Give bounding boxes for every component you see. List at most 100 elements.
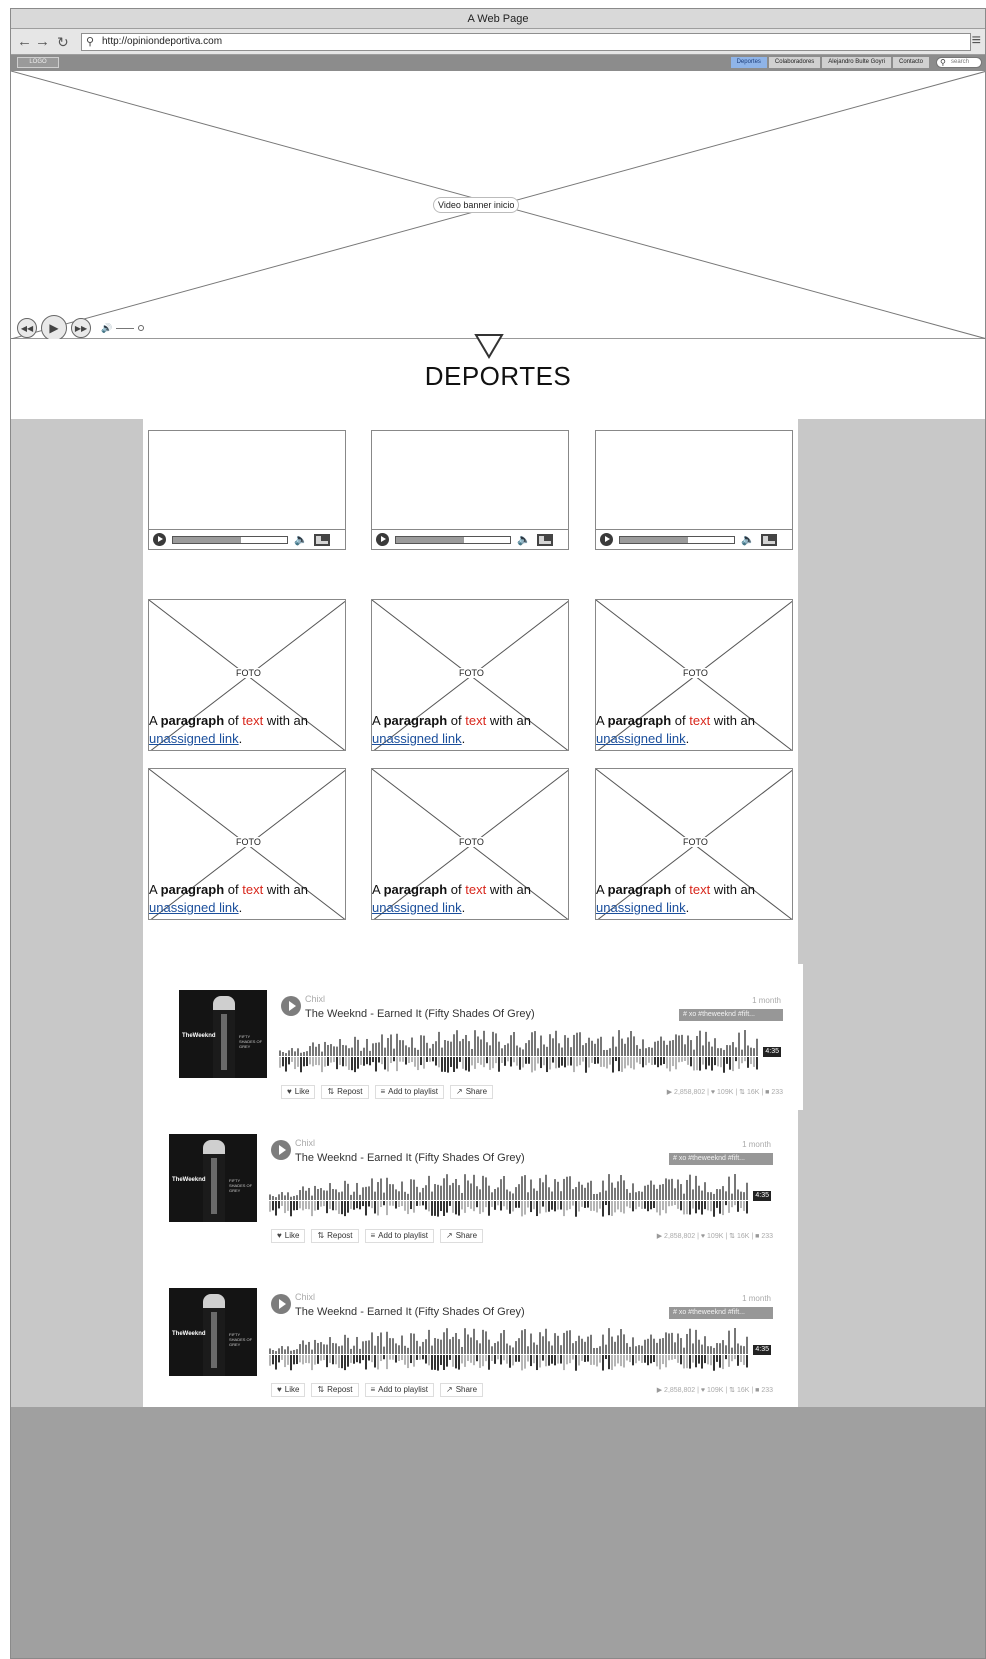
video-progress-bar[interactable]	[395, 535, 511, 544]
play-icon[interactable]	[376, 533, 389, 546]
track-tags[interactable]: # xo #theweeknd #fift...	[669, 1153, 773, 1165]
forward-arrow-icon[interactable]: →	[35, 33, 50, 51]
add-to-playlist-button[interactable]: ≡ Add to playlist	[364, 1229, 434, 1243]
track-waveform[interactable]	[269, 1170, 773, 1218]
hamburger-menu-icon[interactable]: ≡	[972, 32, 981, 50]
unassigned-link[interactable]: unassigned link	[149, 731, 239, 746]
share-button[interactable]: ↗ Share	[449, 1085, 494, 1099]
waveform-reflection-bar	[525, 1057, 527, 1064]
waveform-bar	[723, 1049, 725, 1056]
track-play-button[interactable]	[281, 996, 301, 1016]
volume-slider-track[interactable]	[116, 327, 135, 329]
waveform-bar	[675, 1034, 677, 1056]
nav-link-colaboradores[interactable]: Colaboradores	[768, 57, 821, 68]
site-logo[interactable]: LOGO	[17, 57, 59, 68]
repost-button[interactable]: ⇅ Repost	[311, 1383, 359, 1397]
album-art[interactable]: TheWeeknd FIFTY SHADES OF GREY	[169, 1288, 257, 1376]
fast-forward-button[interactable]: ▶▶	[71, 318, 91, 338]
track-tags[interactable]: # xo #theweeknd #fift...	[679, 1009, 783, 1021]
waveform-reflection-bar	[533, 1201, 535, 1210]
nav-link-deportes[interactable]: Deportes	[730, 57, 767, 68]
video-player[interactable]: 🔈	[148, 430, 346, 550]
unassigned-link[interactable]: unassigned link	[596, 900, 686, 915]
waveform-reflection-bar	[695, 1201, 697, 1214]
waveform-reflection-bar	[737, 1355, 739, 1366]
nav-link-contacto[interactable]: Contacto	[892, 57, 929, 68]
like-button[interactable]: ♥ Like	[271, 1229, 306, 1243]
waveform-bar	[578, 1181, 580, 1200]
nav-link-alejandro[interactable]: Alejandro Bulte Goyri	[822, 57, 891, 68]
waveform-reflection-bar	[428, 1355, 430, 1366]
photo-card[interactable]: FOTO A paragraph of text with an unassig…	[595, 599, 793, 751]
video-progress-bar[interactable]	[619, 535, 735, 544]
back-arrow-icon[interactable]: ←	[17, 33, 32, 51]
unassigned-link[interactable]: unassigned link	[372, 900, 462, 915]
speaker-icon[interactable]: 🔈	[741, 533, 755, 546]
unassigned-link[interactable]: unassigned link	[372, 731, 462, 746]
waveform-bar	[728, 1176, 730, 1200]
waveform-bar	[272, 1350, 274, 1354]
play-icon[interactable]	[153, 533, 166, 546]
share-button[interactable]: ↗ Share	[439, 1383, 484, 1397]
album-art[interactable]: TheWeeknd FIFTY SHADES OF GREY	[179, 990, 267, 1078]
photo-card[interactable]: FOTO A paragraph of text with an unassig…	[595, 768, 793, 920]
waveform-bar	[707, 1192, 709, 1200]
track-waveform[interactable]	[269, 1324, 773, 1372]
add-to-playlist-button[interactable]: ≡ Add to playlist	[364, 1383, 434, 1397]
unassigned-link[interactable]: unassigned link	[149, 900, 239, 915]
track-user[interactable]: Chixl	[295, 1292, 315, 1302]
photo-card[interactable]: FOTO A paragraph of text with an unassig…	[148, 768, 346, 920]
share-button[interactable]: ↗ Share	[439, 1229, 484, 1243]
waveform-bar	[509, 1191, 511, 1200]
waveform-reflection-bar	[737, 1201, 739, 1212]
fullscreen-icon[interactable]	[313, 533, 330, 546]
album-art[interactable]: TheWeeknd FIFTY SHADES OF GREY	[169, 1134, 257, 1222]
track-title[interactable]: The Weeknd - Earned It (Fifty Shades Of …	[305, 1008, 535, 1020]
track-user[interactable]: Chixl	[305, 994, 325, 1004]
waveform-reflection-bar	[669, 1057, 671, 1072]
scroll-down-arrow-icon[interactable]	[473, 333, 505, 359]
rewind-button[interactable]: ◀◀	[17, 318, 37, 338]
play-icon[interactable]	[600, 533, 613, 546]
volume-slider-knob[interactable]	[138, 325, 145, 331]
repost-button[interactable]: ⇅ Repost	[311, 1229, 359, 1243]
add-to-playlist-button[interactable]: ≡ Add to playlist	[374, 1085, 444, 1099]
url-input[interactable]: ⚲ http://opiniondeportiva.com	[81, 33, 971, 51]
waveform-reflection-bar	[368, 1201, 370, 1207]
photo-card[interactable]: FOTO A paragraph of text with an unassig…	[371, 599, 569, 751]
nav-search-field[interactable]: ⚲ search	[936, 57, 982, 68]
reload-icon[interactable]: ↻	[57, 33, 69, 51]
like-button[interactable]: ♥ Like	[281, 1085, 316, 1099]
play-button[interactable]: ▶	[41, 315, 67, 341]
waveform-reflection-bar	[725, 1201, 727, 1206]
reposts-count: 16K	[736, 1233, 750, 1240]
track-title[interactable]: The Weeknd - Earned It (Fifty Shades Of …	[295, 1152, 525, 1164]
video-player[interactable]: 🔈	[595, 430, 793, 550]
speaker-icon[interactable]: 🔈	[294, 533, 308, 546]
waveform-reflection-bar	[393, 1057, 395, 1062]
speaker-icon[interactable]: 🔈	[517, 533, 531, 546]
track-play-button[interactable]	[271, 1294, 291, 1314]
unassigned-link[interactable]: unassigned link	[596, 731, 686, 746]
waveform-bar	[362, 1341, 364, 1354]
waveform-bar	[618, 1030, 620, 1056]
video-progress-bar[interactable]	[172, 535, 288, 544]
video-player[interactable]: 🔈	[371, 430, 569, 550]
fullscreen-icon[interactable]	[536, 533, 553, 546]
track-title[interactable]: The Weeknd - Earned It (Fifty Shades Of …	[295, 1306, 525, 1318]
photo-card[interactable]: FOTO A paragraph of text with an unassig…	[371, 768, 569, 920]
waveform-reflection-bar	[467, 1201, 469, 1208]
waveform-reflection-bar	[440, 1355, 442, 1365]
track-user[interactable]: Chixl	[295, 1138, 315, 1148]
like-button[interactable]: ♥ Like	[271, 1383, 306, 1397]
fullscreen-icon[interactable]	[760, 533, 777, 546]
track-play-button[interactable]	[271, 1140, 291, 1160]
repost-button[interactable]: ⇅ Repost	[321, 1085, 369, 1099]
track-waveform[interactable]	[279, 1026, 783, 1074]
like-label: Like	[284, 1385, 300, 1394]
waveform-reflection-bar	[741, 1057, 743, 1064]
video-banner[interactable]: Video banner inicio ◀◀ ▶ ▶▶ 🔊	[11, 71, 985, 341]
track-tags[interactable]: # xo #theweeknd #fift...	[669, 1307, 773, 1319]
photo-card[interactable]: FOTO A paragraph of text with an unassig…	[148, 599, 346, 751]
waveform-bar	[443, 1178, 445, 1200]
